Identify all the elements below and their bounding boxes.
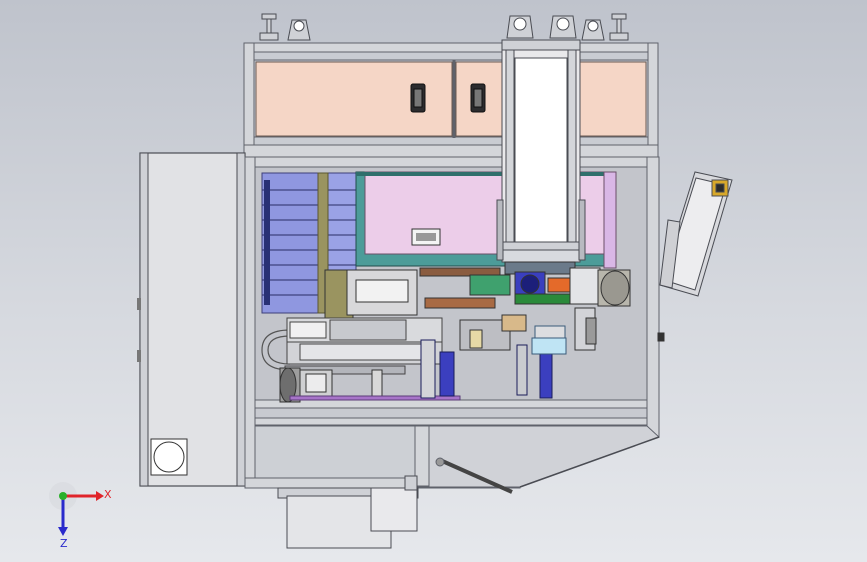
triad-x-label: X: [104, 488, 112, 501]
triad-z-label: Z: [60, 537, 68, 550]
cad-viewport[interactable]: X Z: [0, 0, 867, 562]
side-hmi-panel: [659, 171, 733, 297]
electrical-cabinet: [137, 152, 246, 487]
sensor-block: [531, 325, 567, 355]
upper-doors: [255, 60, 647, 138]
lift-column: [496, 39, 586, 263]
top-feet: [259, 13, 629, 41]
cabinet-fan-grille: [150, 438, 188, 476]
y-axis-dot: [59, 492, 67, 500]
axis-triad: X Z: [49, 482, 112, 550]
bottom-guard: [414, 425, 660, 494]
